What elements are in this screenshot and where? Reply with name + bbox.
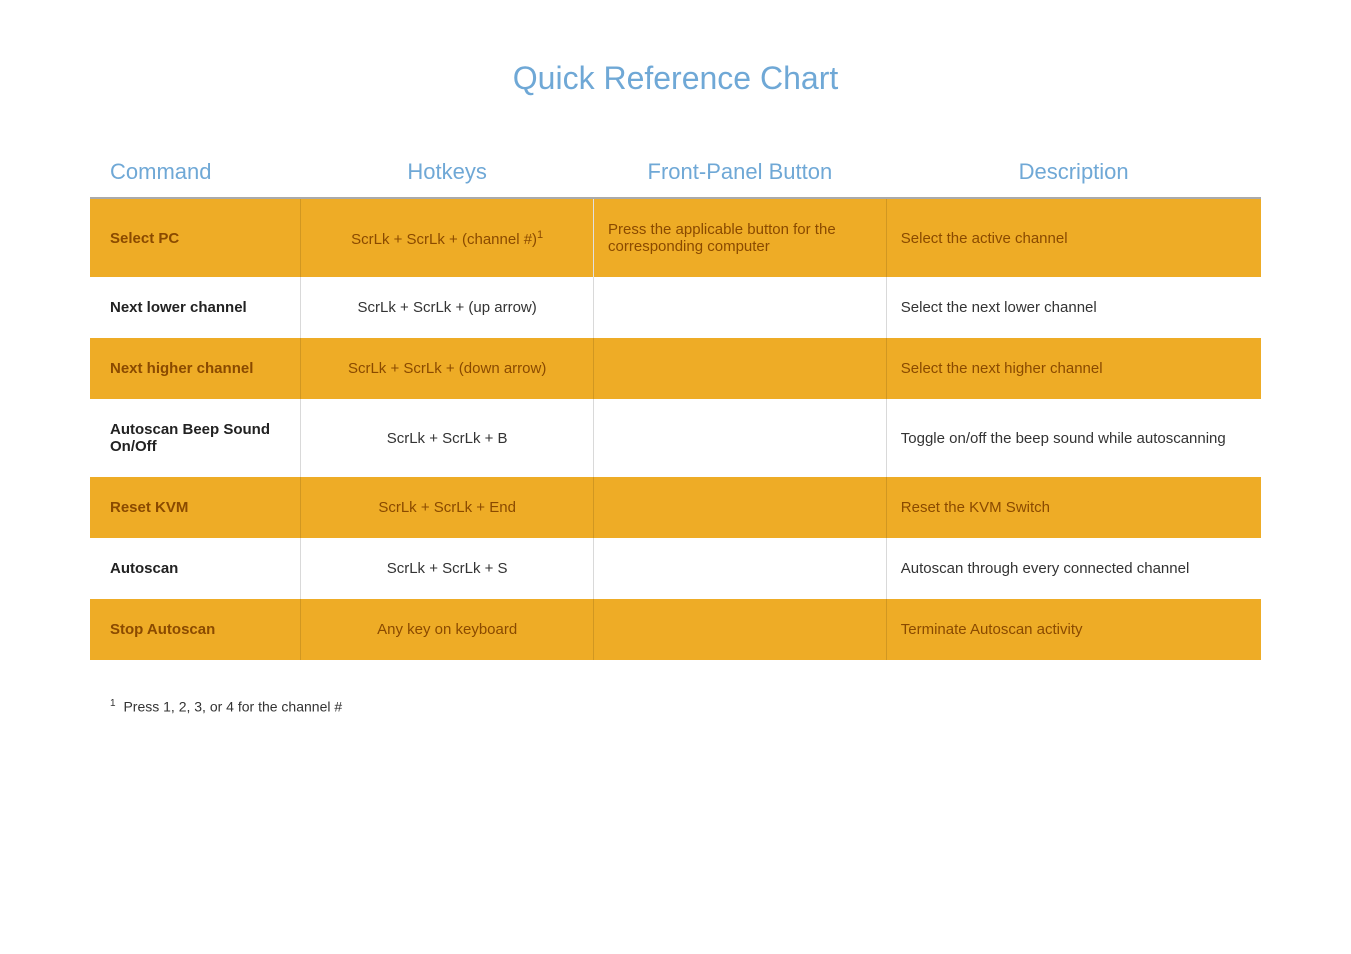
footnote: 1 Press 1, 2, 3, or 4 for the channel # [90,698,1261,715]
cell-description: Select the next lower channel [886,277,1261,338]
reference-table: Command Hotkeys Front-Panel Button Descr… [90,147,1261,660]
header-front-panel: Front-Panel Button [594,147,887,198]
cell-hotkeys: ScrLk + ScrLk + End [301,477,594,538]
cell-command: Autoscan [90,538,301,599]
cell-command: Next lower channel [90,277,301,338]
cell-description: Toggle on/off the beep sound while autos… [886,399,1261,477]
footnote-text: Press 1, 2, 3, or 4 for the channel # [123,699,342,715]
table-row: Select PC ScrLk + ScrLk + (channel #)1 P… [90,198,1261,277]
page-title: Quick Reference Chart [90,60,1261,97]
cell-front-panel: Press the applicable button for the corr… [594,198,887,277]
table-row: Autoscan ScrLk + ScrLk + S Autoscan thro… [90,538,1261,599]
cell-description: Reset the KVM Switch [886,477,1261,538]
cell-hotkeys: ScrLk + ScrLk + S [301,538,594,599]
cell-command: Select PC [90,198,301,277]
cell-front-panel [594,277,887,338]
table-body: Select PC ScrLk + ScrLk + (channel #)1 P… [90,198,1261,660]
table-row: Reset KVM ScrLk + ScrLk + End Reset the … [90,477,1261,538]
table-row: Next lower channel ScrLk + ScrLk + (up a… [90,277,1261,338]
cell-hotkeys: Any key on keyboard [301,599,594,660]
table-header-row: Command Hotkeys Front-Panel Button Descr… [90,147,1261,198]
footnote-number: 1 [110,698,116,709]
cell-front-panel [594,399,887,477]
cell-description: Terminate Autoscan activity [886,599,1261,660]
cell-front-panel [594,338,887,399]
table-row: Stop Autoscan Any key on keyboard Termin… [90,599,1261,660]
header-description: Description [886,147,1261,198]
cell-command: Reset KVM [90,477,301,538]
table-row: Next higher channel ScrLk + ScrLk + (dow… [90,338,1261,399]
cell-command: Autoscan Beep Sound On/Off [90,399,301,477]
footnote-marker: 1 [537,229,543,241]
header-hotkeys: Hotkeys [301,147,594,198]
cell-hotkeys: ScrLk + ScrLk + (up arrow) [301,277,594,338]
cell-hotkeys: ScrLk + ScrLk + B [301,399,594,477]
cell-front-panel [594,538,887,599]
header-command: Command [90,147,301,198]
cell-command: Next higher channel [90,338,301,399]
cell-front-panel [594,599,887,660]
cell-hotkeys: ScrLk + ScrLk + (channel #)1 [301,198,594,277]
cell-command: Stop Autoscan [90,599,301,660]
hotkey-text: ScrLk + ScrLk + (channel #) [351,231,537,248]
cell-description: Autoscan through every connected channel [886,538,1261,599]
cell-front-panel [594,477,887,538]
table-row: Autoscan Beep Sound On/Off ScrLk + ScrLk… [90,399,1261,477]
cell-description: Select the active channel [886,198,1261,277]
cell-hotkeys: ScrLk + ScrLk + (down arrow) [301,338,594,399]
cell-description: Select the next higher channel [886,338,1261,399]
